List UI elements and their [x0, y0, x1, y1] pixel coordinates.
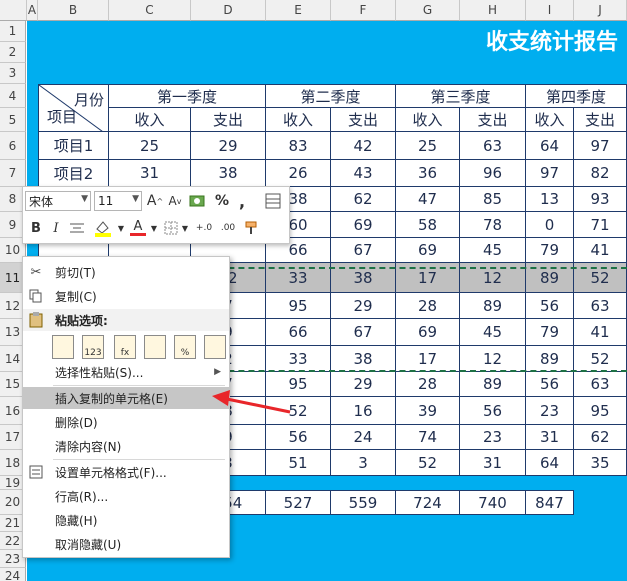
- annotation-arrow: [212, 390, 291, 414]
